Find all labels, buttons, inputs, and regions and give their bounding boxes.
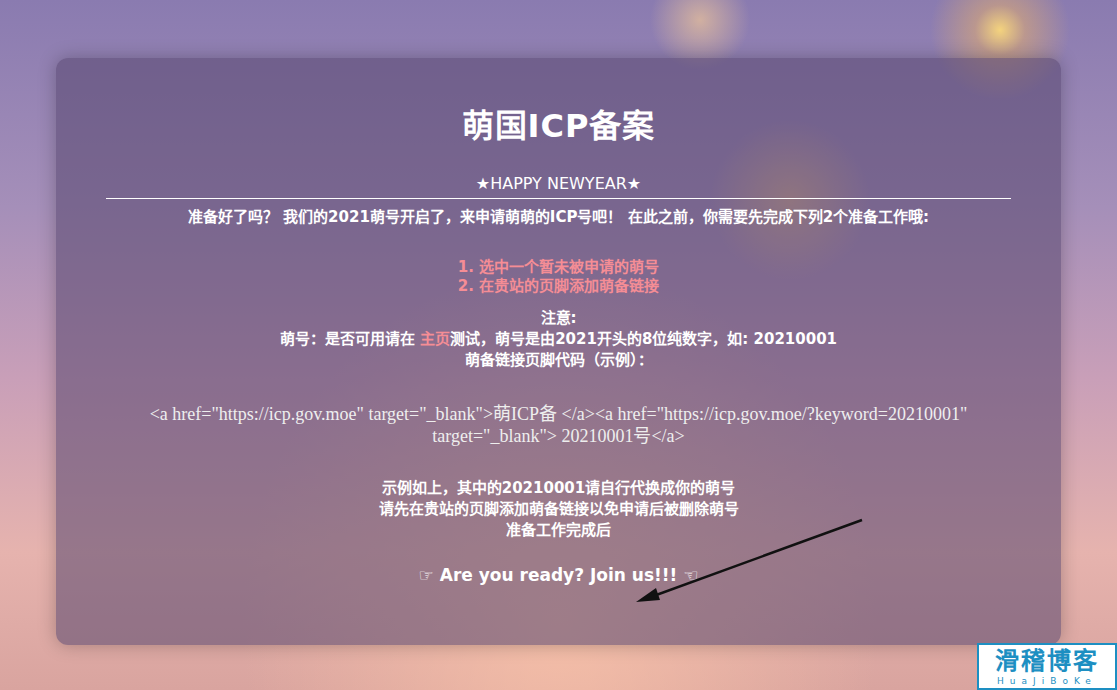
step-list: 1. 选中一个暂未被申请的萌号2. 在贵站的页脚添加萌备链接 [106, 258, 1011, 296]
step-item: 1. 选中一个暂未被申请的萌号 [106, 258, 1011, 277]
intro-text: 准备好了吗？ 我们的2021萌号开启了，来申请萌萌的ICP号吧！ 在此之前，你需… [106, 207, 1011, 228]
subtitle: ★HAPPY NEWYEAR★ [106, 174, 1011, 200]
hand-right-icon: ☞ [419, 565, 434, 585]
step-item: 2. 在贵站的页脚添加萌备链接 [106, 277, 1011, 296]
code-label: 萌备链接页脚代码（示例）： [106, 350, 1011, 371]
join-link[interactable]: Are you ready? Join us!!! [440, 565, 678, 585]
watermark-subtitle: HuaJiBoKe [983, 676, 1111, 687]
note-after: 测试，萌号是由2021开头的8位纯数字，如: 20210001 [450, 330, 837, 348]
join-row: ☞ Are you ready? Join us!!! ☜ [106, 563, 1011, 589]
note-label: 注意: [106, 308, 1011, 329]
note-line: 萌号：是否可用请在 主页测试，萌号是由2021开头的8位纯数字，如: 20210… [106, 329, 1011, 350]
after-line: 示例如上，其中的20210001请自行代换成你的萌号 [106, 478, 1011, 499]
home-link[interactable]: 主页 [420, 330, 450, 348]
after-block: 示例如上，其中的20210001请自行代换成你的萌号请先在贵站的页脚添加萌备链接… [106, 478, 1011, 541]
note-block: 注意:萌号：是否可用请在 主页测试，萌号是由2021开头的8位纯数字，如: 20… [106, 308, 1011, 371]
footer-code: <a href="https://icp.gov.moe" target="_b… [146, 403, 971, 448]
watermark-title: 滑稽博客 [983, 647, 1111, 676]
page-title: 萌国ICP备案 [106, 106, 1011, 148]
note-before: 萌号：是否可用请在 [280, 330, 420, 348]
arrow-icon [0, 0, 1117, 690]
hand-left-icon: ☜ [683, 565, 698, 585]
watermark-logo: 滑稽博客HuaJiBoKe [977, 643, 1117, 690]
notice-panel: 萌国ICP备案 ★HAPPY NEWYEAR★ 准备好了吗？ 我们的2021萌号开启… [56, 58, 1061, 645]
after-line: 请先在贵站的页脚添加萌备链接以免申请后被删除萌号 [106, 499, 1011, 520]
after-line: 准备工作完成后 [106, 520, 1011, 541]
